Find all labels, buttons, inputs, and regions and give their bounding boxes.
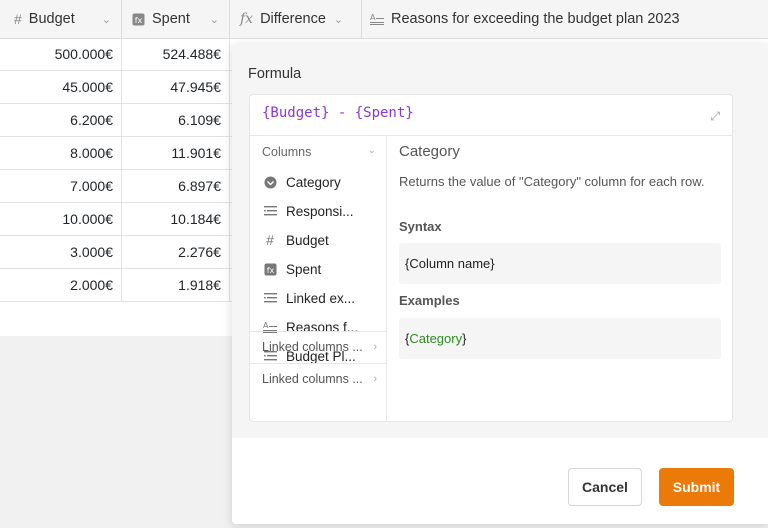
- spent-cell[interactable]: 10.184€: [122, 203, 230, 235]
- table-row[interactable]: 6.200€ 6.109€: [0, 104, 232, 137]
- svg-text:A: A: [370, 13, 376, 22]
- linked-columns-label: Linked columns ...: [262, 339, 363, 354]
- column-item-spent[interactable]: fx Spent: [262, 259, 386, 279]
- hash-icon: #: [14, 11, 22, 27]
- spent-cell[interactable]: 6.109€: [122, 104, 230, 136]
- table-header: # Budget ⌄ fx Spent ⌄ fx Difference ⌄ A …: [0, 0, 768, 39]
- formula-box-icon: fx: [132, 13, 145, 26]
- column-header-reasons[interactable]: A Reasons for exceeding the budget plan …: [362, 0, 768, 38]
- spent-cell[interactable]: 6.897€: [122, 170, 230, 202]
- chevron-right-icon: ›: [373, 340, 377, 353]
- formula-box-icon: fx: [262, 263, 278, 276]
- table-row[interactable]: 10.000€ 10.184€: [0, 203, 232, 236]
- budget-cell[interactable]: 45.000€: [0, 71, 122, 103]
- syntax-label: Syntax: [399, 219, 442, 234]
- columns-list-header[interactable]: Columns: [262, 145, 311, 159]
- spent-cell[interactable]: 2.276€: [122, 236, 230, 268]
- long-text-icon: A: [370, 13, 384, 25]
- svg-text:A: A: [263, 321, 269, 330]
- table-row[interactable]: 8.000€ 11.901€: [0, 137, 232, 170]
- column-item-label: Budget: [286, 232, 329, 248]
- budget-cell[interactable]: 10.000€: [0, 203, 122, 235]
- column-header-spent[interactable]: fx Spent ⌄: [122, 0, 230, 38]
- svg-text:fx: fx: [266, 266, 274, 275]
- chevron-down-icon[interactable]: ⌄: [102, 13, 111, 26]
- spent-cell[interactable]: 524.488€: [122, 38, 230, 70]
- example-column-name: Category: [409, 331, 463, 346]
- spent-cell[interactable]: 11.901€: [122, 137, 230, 169]
- detail-description: Returns the value of "Category" column f…: [399, 174, 705, 189]
- column-header-label: Difference: [260, 11, 326, 27]
- chevron-down-icon[interactable]: ⌄: [334, 13, 343, 26]
- column-item-category[interactable]: Category: [262, 172, 386, 192]
- cancel-button[interactable]: Cancel: [568, 468, 642, 506]
- expand-icon[interactable]: ⤢: [710, 109, 720, 124]
- text-icon: [262, 292, 278, 304]
- columns-list: Columns ⌄ Category Responsi... # Budget fx Sp…: [250, 136, 387, 421]
- table-row[interactable]: 3.000€ 2.276€: [0, 236, 232, 269]
- detail-title: Category: [399, 143, 460, 160]
- examples-label: Examples: [399, 293, 460, 308]
- column-item-responsi[interactable]: Responsi...: [262, 201, 386, 221]
- example-brace: }: [462, 331, 467, 346]
- table-row[interactable]: 500.000€ 524.488€: [0, 38, 232, 71]
- column-header-difference[interactable]: fx Difference ⌄: [230, 0, 362, 38]
- column-item-label: Spent: [286, 261, 322, 277]
- spent-cell[interactable]: 1.918€: [122, 269, 230, 301]
- table-row[interactable]: 45.000€ 47.945€: [0, 71, 232, 104]
- hash-icon: #: [266, 232, 274, 248]
- chevron-down-icon[interactable]: ⌄: [210, 13, 219, 26]
- budget-cell[interactable]: 2.000€: [0, 269, 122, 301]
- text-icon: [262, 205, 278, 217]
- table-row[interactable]: 7.000€ 6.897€: [0, 170, 232, 203]
- syntax-box: {Column name}: [399, 243, 721, 284]
- column-item-label: Category: [286, 174, 341, 190]
- column-header-label: Spent: [152, 11, 190, 27]
- formula-editor: {Budget} - {Spent} ⤢ Columns ⌄ Category R…: [249, 94, 733, 422]
- svg-text:fx: fx: [135, 16, 143, 25]
- fx-icon: fx: [240, 11, 254, 27]
- linked-columns-group[interactable]: Linked columns ... ›: [250, 363, 386, 393]
- chevron-right-icon: ›: [373, 372, 377, 385]
- column-header-label: Budget: [28, 11, 75, 27]
- column-header-label: Reasons for exceeding the budget plan 20…: [391, 11, 680, 27]
- spent-cell[interactable]: 47.945€: [122, 71, 230, 103]
- budget-cell[interactable]: 500.000€: [0, 38, 122, 70]
- chevron-down-icon[interactable]: ⌄: [368, 145, 376, 156]
- column-item-linked-ex[interactable]: Linked ex...: [262, 288, 386, 308]
- budget-cell[interactable]: 8.000€: [0, 137, 122, 169]
- linked-columns-label: Linked columns ...: [262, 371, 363, 386]
- column-item-label: Responsi...: [286, 203, 354, 219]
- formula-input[interactable]: {Budget} - {Spent}: [262, 105, 414, 121]
- column-item-label: Linked ex...: [286, 290, 356, 306]
- single-select-icon: [262, 176, 278, 189]
- budget-cell[interactable]: 7.000€: [0, 170, 122, 202]
- budget-cell[interactable]: 3.000€: [0, 236, 122, 268]
- submit-button[interactable]: Submit: [659, 468, 734, 506]
- budget-cell[interactable]: 6.200€: [0, 104, 122, 136]
- dialog-title: Formula: [248, 66, 302, 82]
- formula-dialog: Formula {Budget} - {Spent} ⤢ Columns ⌄ C…: [232, 44, 768, 524]
- dialog-body: Formula {Budget} - {Spent} ⤢ Columns ⌄ C…: [232, 44, 768, 438]
- example-box[interactable]: {Category}: [399, 318, 721, 359]
- linked-columns-group[interactable]: Linked columns ... ›: [250, 331, 386, 361]
- column-item-budget[interactable]: # Budget: [262, 230, 386, 250]
- table-row[interactable]: 2.000€ 1.918€: [0, 269, 232, 302]
- column-header-budget[interactable]: # Budget ⌄: [0, 0, 122, 38]
